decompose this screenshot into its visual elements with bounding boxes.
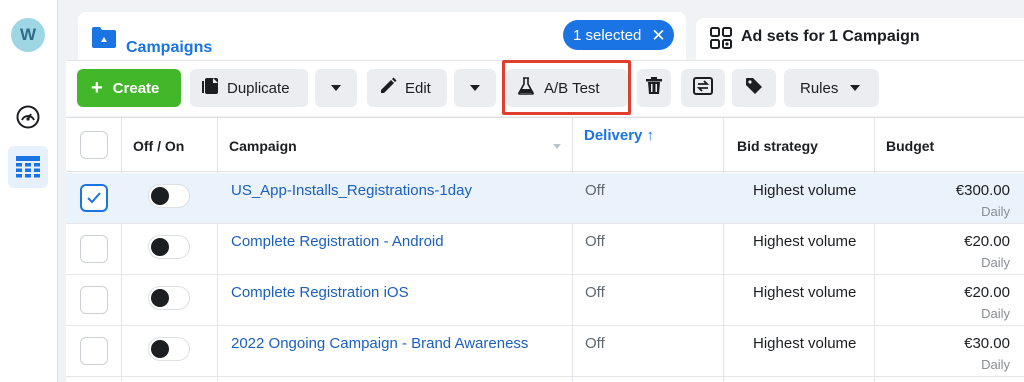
create-label: Create: [112, 79, 160, 97]
chevron-down-icon: [850, 85, 861, 91]
tag-icon: [745, 77, 763, 99]
edit-button[interactable]: Edit: [367, 69, 447, 107]
chevron-down-icon: [470, 85, 480, 91]
rules-label: Rules: [800, 79, 839, 97]
tab-adsets[interactable]: Ad sets for 1 Campaign: [696, 18, 1024, 64]
delivery-status: Off: [585, 233, 605, 250]
preview-button[interactable]: [681, 69, 725, 107]
campaign-name-link[interactable]: Complete Registration - Android: [231, 233, 444, 250]
campaign-toggle[interactable]: [148, 235, 190, 259]
toggle-knob: [151, 187, 169, 205]
budget-value[interactable]: €20.00: [964, 284, 1010, 301]
campaign-name-link[interactable]: 2022 Ongoing Campaign - Brand Awareness: [231, 335, 528, 352]
folder-icon: [91, 26, 117, 53]
campaign-toggle[interactable]: [148, 337, 190, 361]
delivery-status: Off: [585, 182, 605, 199]
account-avatar[interactable]: W: [11, 18, 45, 52]
selected-count-label: 1 selected: [573, 26, 642, 44]
row-checkbox[interactable]: [80, 184, 108, 212]
budget-period: Daily: [981, 204, 1010, 219]
budget-value[interactable]: €300.00: [956, 182, 1010, 199]
budget-period: Daily: [981, 357, 1010, 372]
chevron-down-icon: [331, 85, 341, 91]
left-rail: W: [0, 0, 58, 382]
table-row[interactable]: Complete Registration - Android Off High…: [66, 224, 1024, 275]
column-header-budget[interactable]: Budget: [886, 138, 934, 154]
campaign-toggle[interactable]: [148, 286, 190, 310]
dashboard-gauge-icon[interactable]: [9, 98, 47, 136]
delete-button[interactable]: [637, 69, 671, 107]
table-header: Off / On Campaign Delivery ↑ Bid strateg…: [66, 118, 1024, 172]
edit-label: Edit: [405, 79, 431, 97]
column-header-bid-strategy[interactable]: Bid strategy: [737, 138, 818, 154]
bid-strategy[interactable]: Highest volume: [753, 233, 856, 250]
tab-campaigns-label: Campaigns: [126, 39, 213, 56]
row-checkbox[interactable]: [80, 286, 108, 314]
adsets-grid-icon: [710, 27, 732, 54]
bid-strategy[interactable]: Highest volume: [753, 335, 856, 352]
duplicate-label: Duplicate: [227, 79, 290, 97]
ab-test-highlight-box: [502, 60, 631, 115]
table-row[interactable]: Complete Registration iOS Off Highest vo…: [66, 275, 1024, 326]
edit-dropdown-button[interactable]: [454, 69, 496, 107]
toggle-knob: [151, 340, 169, 358]
row-checkbox[interactable]: [80, 235, 108, 263]
duplicate-button[interactable]: Duplicate: [190, 69, 308, 107]
bid-strategy[interactable]: Highest volume: [753, 182, 856, 199]
delivery-status: Off: [585, 335, 605, 352]
create-button[interactable]: + Create: [77, 69, 181, 107]
clear-selection-icon[interactable]: ✕: [651, 27, 665, 44]
delivery-status: Off: [585, 284, 605, 301]
campaign-name-link[interactable]: Complete Registration iOS: [231, 284, 409, 301]
campaigns-table: Off / On Campaign Delivery ↑ Bid strateg…: [66, 117, 1024, 382]
column-header-delivery[interactable]: Delivery ↑: [584, 127, 654, 144]
column-header-campaign[interactable]: Campaign: [229, 138, 297, 154]
duplicate-dropdown-button[interactable]: [315, 69, 357, 107]
selected-count-pill[interactable]: 1 selected ✕: [563, 20, 674, 50]
pencil-icon: [379, 77, 397, 99]
table-grid-icon[interactable]: [8, 146, 48, 188]
column-header-off-on[interactable]: Off / On: [133, 138, 184, 154]
budget-value[interactable]: €20.00: [964, 233, 1010, 250]
table-row[interactable]: 2022 Ongoing Campaign - Brand Awareness …: [66, 326, 1024, 377]
toggle-knob: [151, 289, 169, 307]
budget-value[interactable]: €30.00: [964, 335, 1010, 352]
bid-strategy[interactable]: Highest volume: [753, 284, 856, 301]
budget-period: Daily: [981, 306, 1010, 321]
row-checkbox[interactable]: [80, 337, 108, 365]
budget-period: Daily: [981, 255, 1010, 270]
tag-button[interactable]: [732, 69, 776, 107]
sort-menu-icon[interactable]: [553, 144, 561, 149]
preview-swap-icon: [693, 77, 713, 99]
table-row[interactable]: US_App-Installs_Registrations-1day Off H…: [66, 173, 1024, 224]
plus-icon: +: [91, 76, 103, 99]
select-all-checkbox[interactable]: [80, 131, 108, 159]
toggle-knob: [151, 238, 169, 256]
tab-adsets-label: Ad sets for 1 Campaign: [741, 28, 920, 45]
campaign-name-link[interactable]: US_App-Installs_Registrations-1day: [231, 182, 472, 199]
trash-icon: [646, 77, 662, 99]
rules-button[interactable]: Rules: [784, 69, 879, 107]
campaign-toggle[interactable]: [148, 184, 190, 208]
checkmark-icon: [87, 192, 101, 204]
duplicate-icon: [202, 77, 220, 99]
